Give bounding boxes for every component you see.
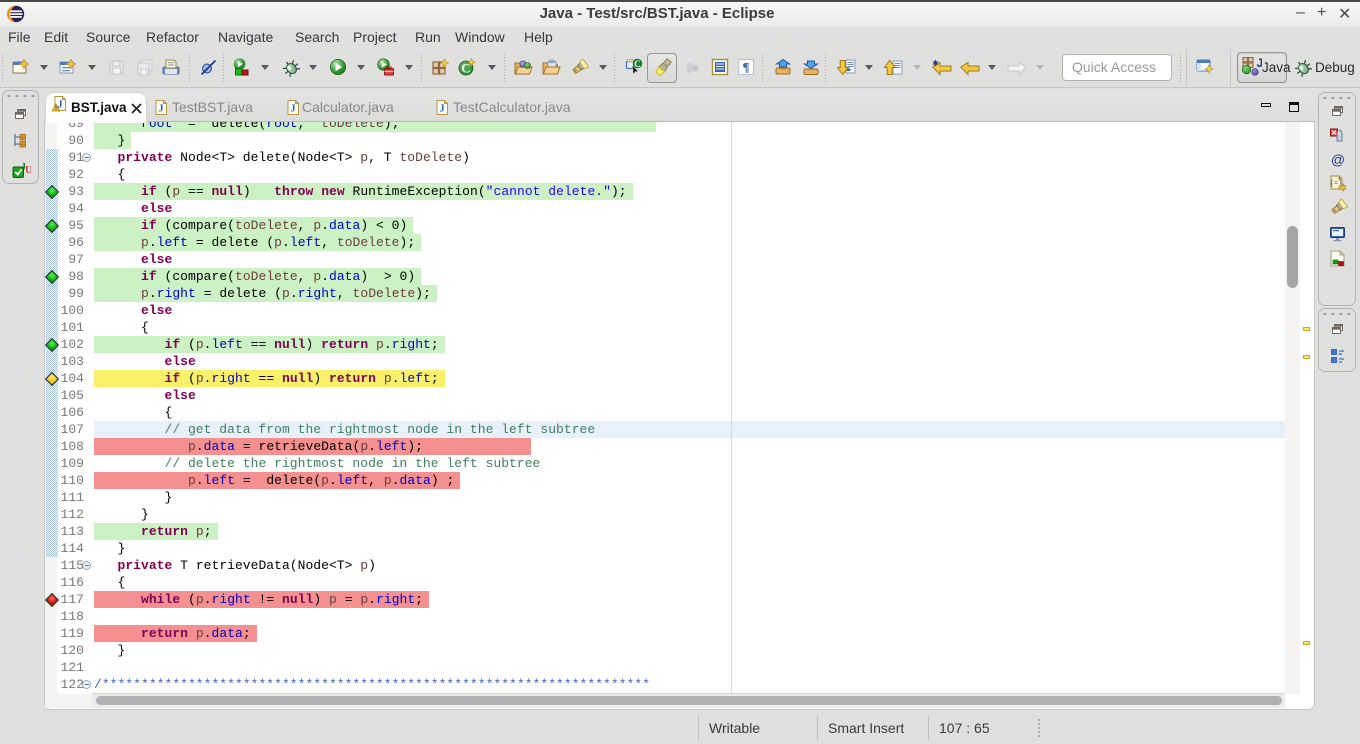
svg-text:J: J xyxy=(440,104,445,115)
svg-text:C: C xyxy=(634,59,641,69)
svg-text:U: U xyxy=(25,165,31,176)
svg-text:J: J xyxy=(291,104,296,115)
svg-text:¶: ¶ xyxy=(742,60,749,75)
svg-text:J: J xyxy=(159,104,164,115)
svg-text:@: @ xyxy=(1331,152,1345,168)
